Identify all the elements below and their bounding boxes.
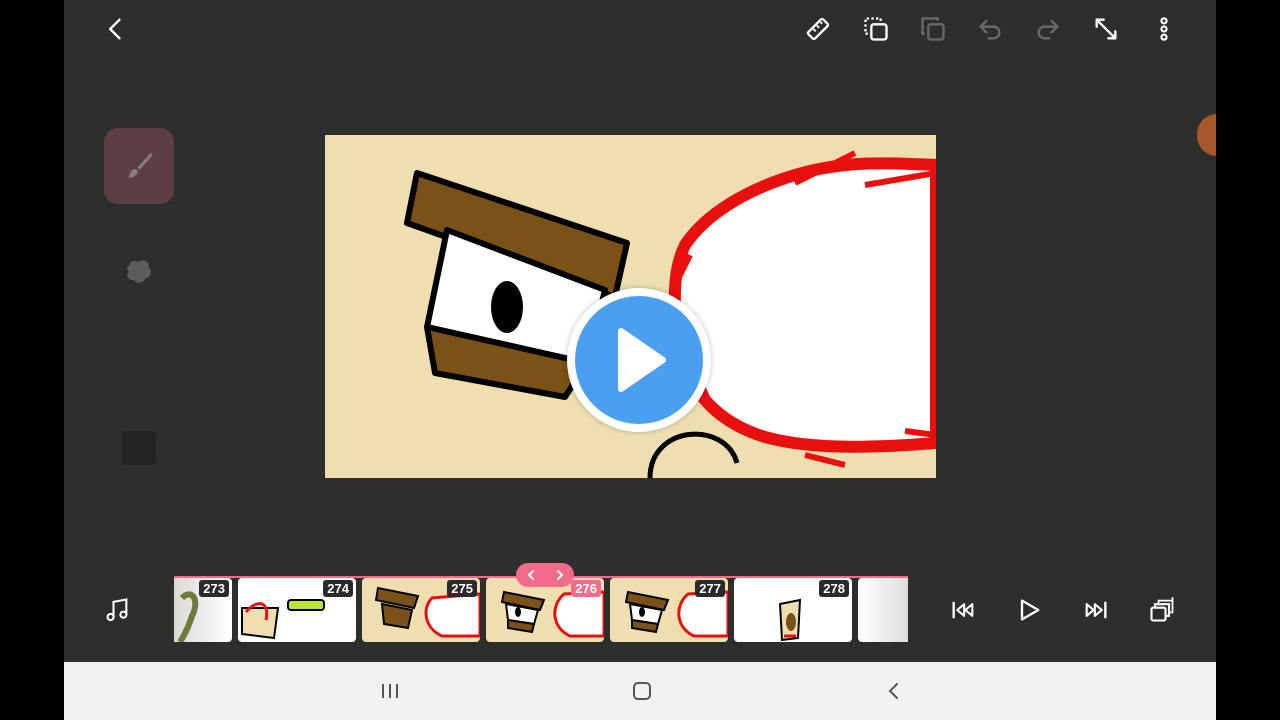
back-icon[interactable] [98,11,134,47]
onion-skin-icon[interactable] [1142,590,1182,630]
timeline-frame[interactable] [858,578,908,642]
app-screen: 273 274 275 276 277 278 [64,0,1216,662]
play-icon [618,328,666,392]
smudge-tool-button[interactable] [104,234,174,310]
play-icon[interactable] [1009,590,1049,630]
timeline-scroll-pill[interactable] [516,563,574,587]
color-picker-button[interactable] [104,410,174,486]
paste-layer-icon [915,11,951,47]
recent-apps-icon[interactable] [375,676,405,706]
chevron-left-icon[interactable] [526,569,536,581]
frame-number: 275 [447,580,477,597]
skip-to-end-icon[interactable] [1076,590,1116,630]
smudge-icon [127,260,151,283]
play-overlay-button[interactable] [567,288,711,432]
skip-to-start-icon[interactable] [943,590,983,630]
timeline-frame[interactable]: 274 [238,578,356,642]
system-back-icon[interactable] [879,676,909,706]
music-icon[interactable] [97,590,137,630]
timeline-frame[interactable]: 273 [174,578,232,642]
timeline-frame[interactable]: 277 [610,578,728,642]
frame-number: 273 [199,580,229,597]
fullscreen-icon[interactable] [1088,11,1124,47]
timeline-frame[interactable]: 278 [734,578,852,642]
brush-icon [128,152,153,178]
frame-number: 277 [695,580,725,597]
frame-number: 278 [819,580,849,597]
frame-number: 276 [571,580,601,597]
color-swatch [122,431,156,465]
chevron-right-icon[interactable] [555,569,565,581]
timeline-frame[interactable]: 275 [362,578,480,642]
timeline-frame-current[interactable]: 276 [486,578,604,642]
ruler-icon[interactable] [800,11,836,47]
brush-tool-button[interactable] [104,128,174,204]
copy-layer-icon[interactable] [858,11,894,47]
more-icon[interactable] [1146,11,1182,47]
undo-icon [972,11,1008,47]
redo-icon [1030,11,1066,47]
side-panel-handle[interactable] [1197,114,1216,156]
frame-number: 274 [323,580,353,597]
home-icon[interactable] [627,676,657,706]
